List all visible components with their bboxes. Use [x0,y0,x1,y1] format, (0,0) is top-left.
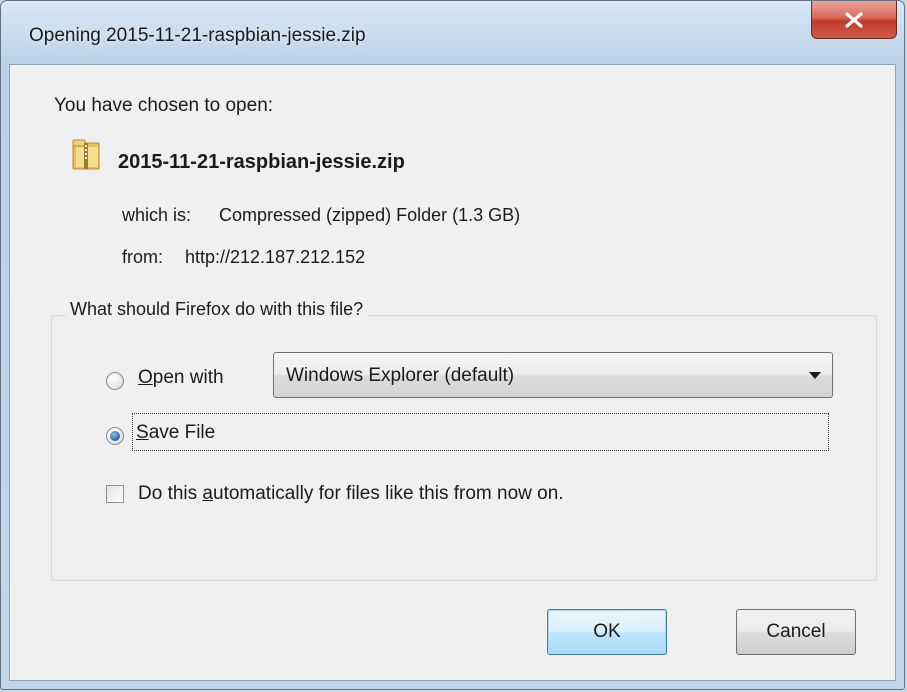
dialog-window: Opening 2015-11-21-raspbian-jessie.zip Y… [0,0,905,690]
title-bar[interactable]: Opening 2015-11-21-raspbian-jessie.zip [1,1,906,65]
cancel-button[interactable]: Cancel [736,609,856,655]
save-file-focus-rect [132,413,829,451]
open-with-label-text: pen with [152,367,224,388]
open-with-label[interactable]: Open with [138,367,224,389]
open-with-mnemonic: O [138,367,153,388]
save-file-label-text: ave File [148,422,216,443]
open-with-app-select[interactable]: Windows Explorer (default) [273,352,833,398]
ok-button[interactable]: OK [547,609,667,655]
open-with-radio[interactable] [106,372,124,390]
auto-label-before: Do this [138,483,203,504]
file-type-value: Compressed (zipped) Folder (1.3 GB) [219,205,521,225]
auto-label-mnemonic: a [202,483,213,504]
radio-selected-dot [110,431,120,441]
close-icon [845,11,863,28]
file-name: 2015-11-21-raspbian-jessie.zip [118,151,405,173]
file-source-value: http://212.187.212.152 [185,247,366,267]
chevron-down-icon [809,372,821,379]
window-title: Opening 2015-11-21-raspbian-jessie.zip [29,25,366,46]
dialog-body: You have chosen to open: 2015-11-21-rasp… [9,64,896,681]
chosen-text: You have chosen to open: [54,95,274,116]
action-group-title: What should Firefox do with this file? [66,299,368,320]
save-file-mnemonic: S [136,422,149,443]
zip-folder-icon [72,139,100,170]
open-with-app-value: Windows Explorer (default) [286,365,515,386]
close-button[interactable] [811,1,897,39]
auto-label-after: utomatically for files like this from no… [213,483,564,504]
auto-checkbox[interactable] [106,485,124,503]
save-file-label[interactable]: Save File [136,422,215,444]
auto-label[interactable]: Do this automatically for files like thi… [138,483,564,505]
file-source-label: from: [122,247,164,267]
save-file-radio[interactable] [106,427,124,445]
file-type-label: which is: [122,205,192,225]
